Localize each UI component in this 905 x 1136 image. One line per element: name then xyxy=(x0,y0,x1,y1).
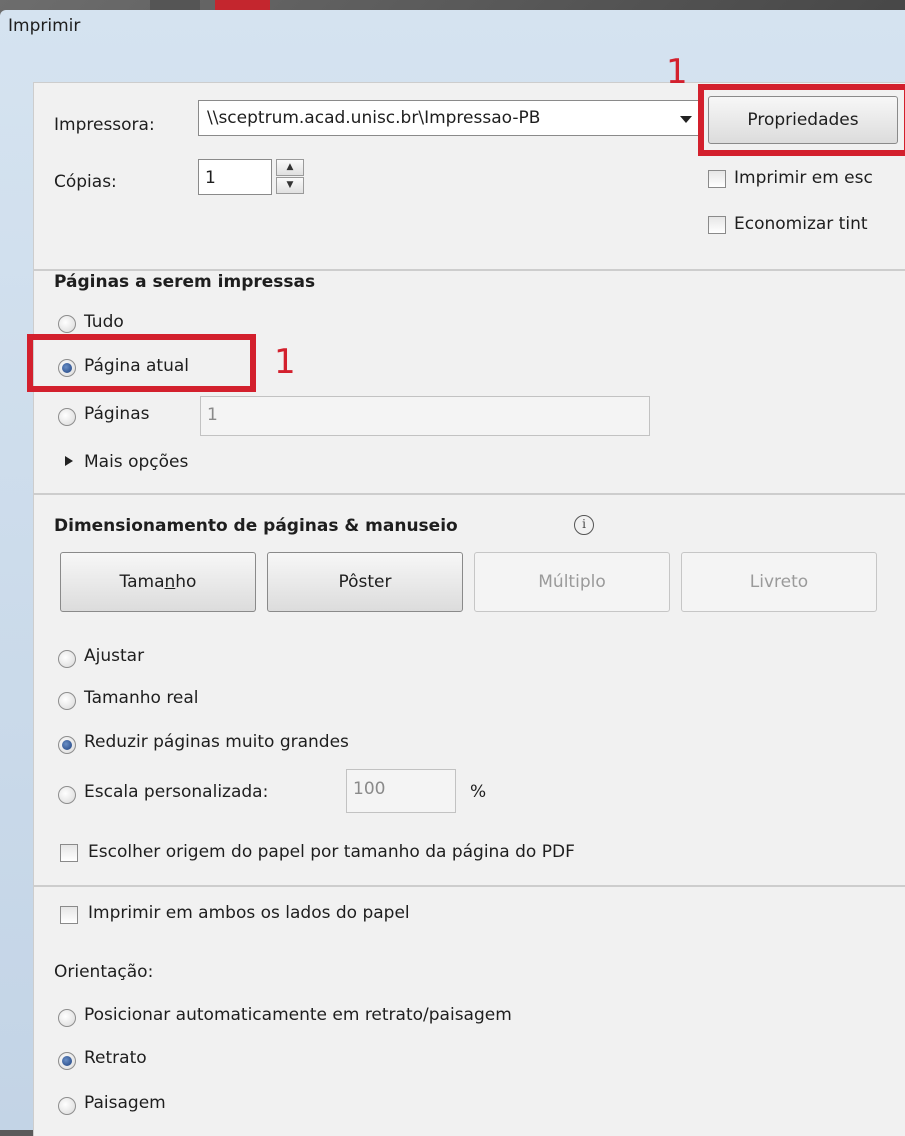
more-options-link[interactable]: Mais opções xyxy=(84,452,188,472)
landscape-label: Paisagem xyxy=(84,1093,166,1113)
custom-scale-label: Escala personalizada: xyxy=(84,782,269,802)
size-button-label: Tama xyxy=(119,572,165,592)
size-button[interactable]: Tamanho xyxy=(60,552,256,612)
page-range-value: 1 xyxy=(207,405,218,425)
pages-heading: Páginas a serem impressas xyxy=(54,272,316,292)
radio-portrait[interactable] xyxy=(58,1052,76,1070)
shrink-label: Reduzir páginas muito grandes xyxy=(84,732,349,752)
sizing-heading: Dimensionamento de páginas & manuseio xyxy=(54,516,458,536)
dialog-title: Imprimir xyxy=(8,16,81,36)
save-ink-label: Economizar tint xyxy=(734,214,868,234)
highlight-properties xyxy=(698,84,905,156)
grayscale-label: Imprimir em esc xyxy=(734,168,873,188)
expand-arrow-icon[interactable] xyxy=(65,456,73,466)
grayscale-checkbox[interactable] xyxy=(708,170,726,188)
radio-auto-orientation[interactable] xyxy=(58,1009,76,1027)
info-icon[interactable]: i xyxy=(574,515,594,535)
save-ink-checkbox[interactable] xyxy=(708,216,726,234)
paper-source-label: Escolher origem do papel por tamanho da … xyxy=(88,842,575,862)
radio-all-pages[interactable] xyxy=(58,315,76,333)
radio-custom-scale[interactable] xyxy=(58,786,76,804)
booklet-button[interactable]: Livreto xyxy=(681,552,877,612)
size-button-mnemonic: n xyxy=(164,572,176,592)
paper-source-checkbox[interactable] xyxy=(60,844,78,862)
percent-label: % xyxy=(470,782,487,802)
copies-label: Cópias: xyxy=(54,172,117,192)
radio-landscape[interactable] xyxy=(58,1097,76,1115)
copies-input[interactable]: 1 xyxy=(198,159,272,195)
highlight-current-page xyxy=(27,334,256,392)
chevron-down-icon xyxy=(680,116,692,123)
orientation-label: Orientação: xyxy=(54,962,154,982)
annotation-number: 1 xyxy=(666,52,688,92)
page-range-input[interactable]: 1 xyxy=(200,396,650,436)
stepper-up-icon[interactable]: ▲ xyxy=(276,159,304,176)
duplex-checkbox[interactable] xyxy=(60,906,78,924)
custom-scale-input[interactable]: 100 xyxy=(346,769,456,813)
auto-orientation-label: Posicionar automaticamente em retrato/pa… xyxy=(84,1005,512,1025)
multiple-button[interactable]: Múltiplo xyxy=(474,552,670,612)
portrait-label: Retrato xyxy=(84,1048,147,1068)
printer-label: Impressora: xyxy=(54,115,155,135)
radio-shrink-large-pages[interactable] xyxy=(58,736,76,754)
size-button-label-end: ho xyxy=(175,572,197,592)
radio-actual-size[interactable] xyxy=(58,692,76,710)
copies-stepper[interactable]: ▲ ▼ xyxy=(276,159,304,195)
custom-scale-value: 100 xyxy=(353,779,386,799)
annotation-number: 1 xyxy=(274,342,296,382)
copies-value: 1 xyxy=(205,168,216,188)
stepper-down-icon[interactable]: ▼ xyxy=(276,177,304,194)
duplex-label: Imprimir em ambos os lados do papel xyxy=(88,903,410,923)
poster-button[interactable]: Pôster xyxy=(267,552,463,612)
printer-select-value: \\sceptrum.acad.unisc.br\Impressao-PB xyxy=(207,108,541,128)
fit-label: Ajustar xyxy=(84,646,145,666)
radio-fit[interactable] xyxy=(58,650,76,668)
page-range-label: Páginas xyxy=(84,404,150,424)
printer-select[interactable]: \\sceptrum.acad.unisc.br\Impressao-PB xyxy=(198,100,701,136)
all-pages-label: Tudo xyxy=(84,312,124,332)
radio-page-range[interactable] xyxy=(58,408,76,426)
actual-size-label: Tamanho real xyxy=(84,688,199,708)
